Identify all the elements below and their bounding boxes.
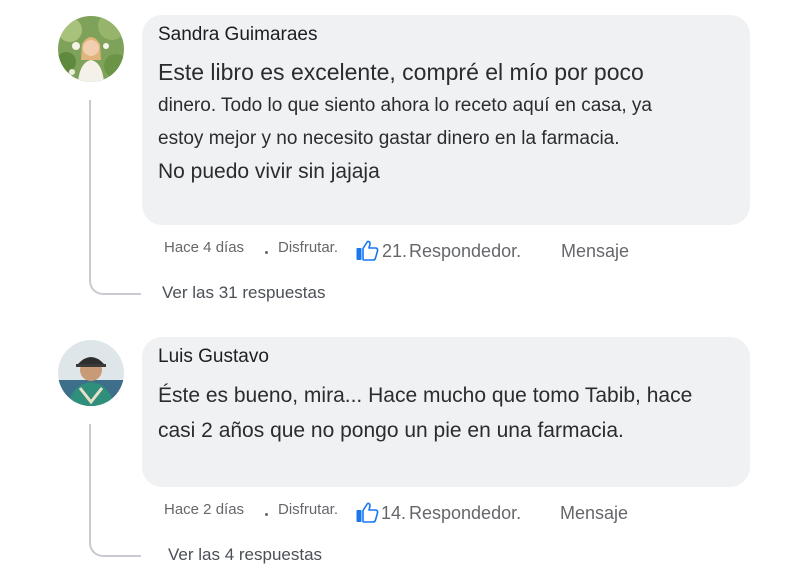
avatar-photo-icon <box>58 340 124 406</box>
reply-button[interactable]: Respondedor. <box>409 503 521 524</box>
avatar[interactable] <box>58 340 124 406</box>
comment-text-line: casi 2 años que no pongo un pie en una f… <box>158 419 624 442</box>
message-button[interactable]: Mensaje <box>560 503 628 524</box>
enjoy-button[interactable]: Disfrutar. <box>278 501 338 518</box>
comment-luis: Luis Gustavo Éste es bueno, mira... Hace… <box>0 0 798 572</box>
comment-author[interactable]: Luis Gustavo <box>158 346 269 368</box>
view-replies-link[interactable]: Ver las 4 respuestas <box>168 545 322 565</box>
thread-line <box>89 424 141 557</box>
comment-bubble: Luis Gustavo Éste es bueno, mira... Hace… <box>142 337 750 487</box>
separator-dot <box>265 513 268 516</box>
like-count: 14. <box>381 503 407 523</box>
comment-text-line: Éste es bueno, mira... Hace mucho que to… <box>158 384 693 407</box>
thumbs-up-icon[interactable] <box>355 501 379 525</box>
comment-time: Hace 2 días <box>164 501 245 518</box>
comment-actions: Hace 2 días Disfrutar. 14. Respondedor. … <box>164 501 764 525</box>
